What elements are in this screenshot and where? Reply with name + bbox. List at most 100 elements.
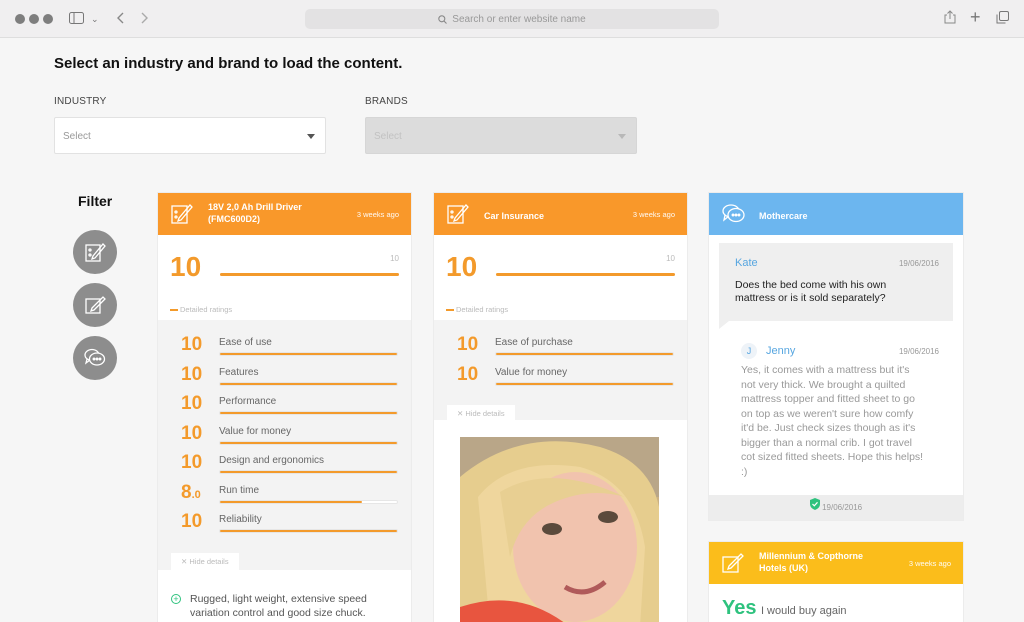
rating-score: 10 bbox=[181, 334, 202, 356]
answer-text-line: :) bbox=[741, 465, 748, 478]
rating-bar-fill bbox=[496, 353, 673, 355]
close-window-button[interactable] bbox=[15, 14, 25, 24]
rating-score-value: 10 bbox=[181, 363, 203, 385]
rating-bar bbox=[219, 470, 398, 474]
rating-label: Run time bbox=[219, 484, 260, 496]
tabs-overview-icon[interactable] bbox=[996, 10, 1009, 28]
hotel-title-line2: Hotels (UK) bbox=[759, 563, 808, 573]
pros-text: Rugged, light weight, extensive speed va… bbox=[190, 592, 367, 620]
max-score: 10 bbox=[666, 254, 675, 263]
question-date: 19/06/2016 bbox=[898, 259, 939, 268]
industry-select[interactable]: Select bbox=[54, 117, 326, 154]
chevron-down-icon[interactable]: ⌄ bbox=[91, 10, 99, 28]
rating-bar bbox=[219, 440, 398, 445]
rating-score-value: 10 bbox=[181, 452, 203, 473]
detailed-ratings-toggle[interactable]: Detailed ratings bbox=[170, 305, 232, 314]
card-header: Millennium & Copthorne Hotels (UK) 3 wee… bbox=[709, 542, 963, 584]
verified-date: 19/06/2016 bbox=[822, 503, 863, 512]
rating-score-value: 10 bbox=[181, 393, 203, 414]
edit-icon bbox=[721, 551, 745, 580]
rating-score: 10 bbox=[457, 334, 478, 356]
max-score: 10 bbox=[390, 254, 399, 263]
rating-bar bbox=[219, 499, 398, 504]
overall-score-fill bbox=[496, 273, 675, 276]
forward-icon[interactable] bbox=[141, 10, 149, 28]
rating-score: 8.0 bbox=[181, 482, 201, 504]
minimize-window-button[interactable] bbox=[29, 14, 39, 24]
rating-bar bbox=[495, 352, 674, 356]
rating-label: Ease of purchase bbox=[495, 337, 573, 348]
zoom-window-button[interactable] bbox=[43, 14, 53, 24]
rating-form-icon bbox=[85, 243, 106, 262]
filter-reviews-button[interactable] bbox=[73, 283, 117, 327]
bubble-tail bbox=[719, 321, 729, 329]
rating-score-value: 8 bbox=[181, 481, 192, 503]
time-ago: 3 weeks ago bbox=[356, 210, 399, 219]
rating-score: 10 bbox=[181, 511, 202, 533]
chat-bubbles-icon bbox=[84, 348, 106, 366]
industry-label: INDUSTRY bbox=[54, 96, 107, 107]
caret-down-icon bbox=[618, 134, 626, 139]
pros-text-line: Rugged, light weight, extensive speed bbox=[190, 593, 367, 605]
review-card-car-insurance: Car Insurance 3 weeks ago 10 10 Detailed… bbox=[434, 193, 687, 622]
share-icon[interactable] bbox=[944, 10, 956, 28]
search-icon bbox=[438, 14, 448, 24]
rating-label: Features bbox=[219, 366, 259, 378]
product-code: (FMC600D2) bbox=[208, 214, 261, 224]
answer-date: 19/06/2016 bbox=[898, 347, 939, 356]
rating-score-value: 10 bbox=[457, 334, 479, 355]
hide-details-label: Hide details bbox=[189, 557, 229, 566]
answer-text-line: it'd be. Just check sizes though as it's bbox=[741, 422, 916, 434]
rating-form-icon bbox=[446, 202, 470, 231]
rating-score-value: 10 bbox=[181, 334, 203, 355]
filter-ratings-button[interactable] bbox=[73, 230, 117, 274]
filter-title: Filter bbox=[78, 193, 113, 209]
hide-details-button[interactable]: ✕ Hide details bbox=[447, 405, 515, 422]
plus-icon: + bbox=[171, 594, 181, 604]
rating-bar-fill bbox=[220, 412, 397, 414]
edit-icon bbox=[85, 296, 106, 314]
brands-label: BRANDS bbox=[365, 96, 408, 107]
rating-score: 10 bbox=[181, 393, 202, 415]
rating-score: 10 bbox=[181, 452, 202, 474]
product-title: Car Insurance bbox=[484, 211, 545, 221]
rating-bar bbox=[219, 352, 398, 356]
rating-bar-fill bbox=[220, 500, 362, 503]
rating-score: 10 bbox=[181, 423, 202, 445]
rating-label: Value for money bbox=[495, 366, 568, 378]
detailed-ratings-toggle[interactable]: Detailed ratings bbox=[446, 305, 508, 314]
brands-select[interactable]: Select bbox=[365, 117, 637, 154]
brand-title: Mothercare bbox=[759, 211, 808, 221]
chat-bubbles-icon bbox=[721, 202, 747, 231]
hide-details-button[interactable]: ✕ Hide details bbox=[171, 553, 239, 570]
question-bubble: Kate 19/06/2016 Does the bed come with h… bbox=[719, 243, 953, 321]
question-text: Does the bed come with his own mattress … bbox=[735, 279, 886, 305]
card-header: Car Insurance 3 weeks ago bbox=[434, 193, 687, 235]
rating-bar-fill bbox=[220, 353, 397, 355]
rating-score: 10 bbox=[457, 364, 478, 386]
buy-again-verdict: Yes I would buy again bbox=[722, 597, 847, 620]
answer-text-line: Yes, it comes with a mattress but it's bbox=[741, 364, 910, 376]
time-ago: 3 weeks ago bbox=[908, 559, 951, 568]
filter-questions-button[interactable] bbox=[73, 336, 117, 380]
rating-bar-fill bbox=[496, 382, 673, 385]
rating-bar bbox=[219, 529, 398, 533]
rating-score-decimal: .0 bbox=[191, 488, 201, 501]
dash-icon bbox=[446, 309, 454, 312]
pros-section: + Rugged, light weight, extensive speed … bbox=[158, 570, 411, 622]
verified-shield-icon bbox=[809, 495, 820, 520]
answer-text-line: mattress topper and fitted sheet to go bbox=[741, 393, 915, 405]
new-tab-icon[interactable]: + bbox=[970, 8, 981, 26]
reviewer-photo bbox=[460, 437, 659, 622]
answer-text-line: not very thick. We brought a quilted bbox=[741, 378, 906, 391]
address-bar[interactable]: Search or enter website name bbox=[305, 9, 719, 29]
rating-bar bbox=[219, 411, 398, 415]
question-text-line: mattress or is it sold separately? bbox=[735, 292, 886, 304]
answer-author: Jenny bbox=[766, 345, 796, 357]
rating-bar bbox=[495, 381, 674, 386]
back-icon[interactable] bbox=[116, 10, 124, 28]
sidebar-icon[interactable] bbox=[69, 10, 84, 28]
hide-details-label: Hide details bbox=[465, 409, 505, 418]
verdict-text: I would buy again bbox=[760, 605, 847, 617]
rating-score-value: 10 bbox=[181, 511, 203, 532]
